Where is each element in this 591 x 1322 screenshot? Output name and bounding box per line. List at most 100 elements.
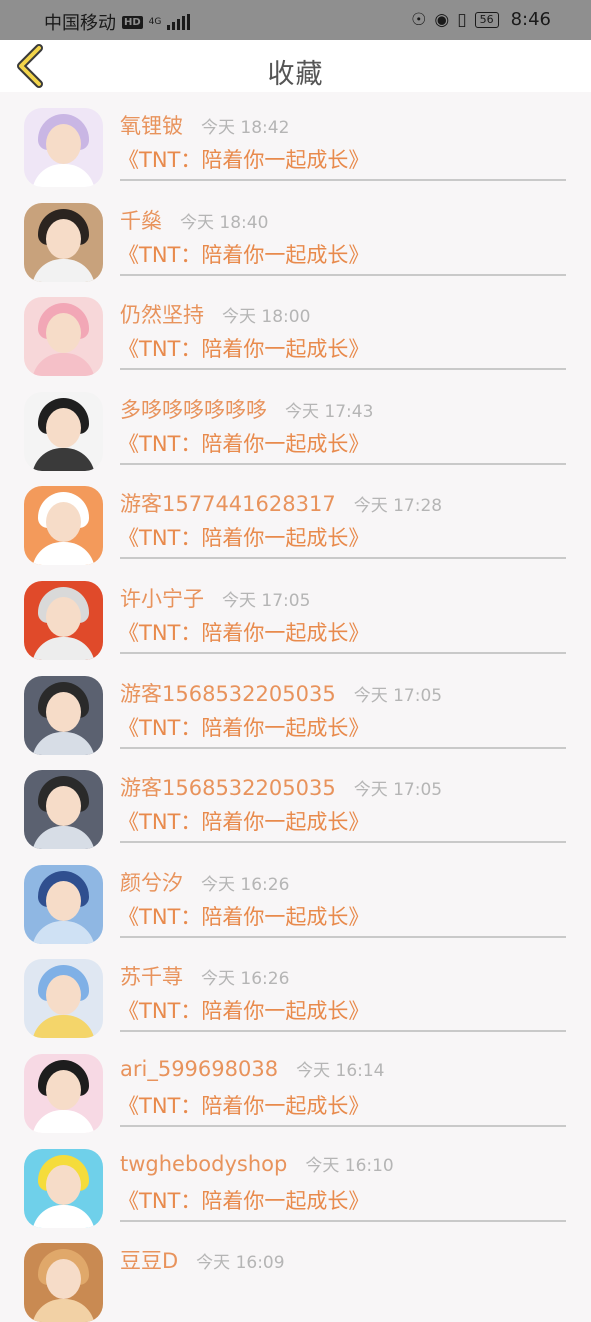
song-title-link[interactable]: 《TNT：陪着你一起成长》 bbox=[118, 428, 369, 458]
user-name[interactable]: 许小宁子 今天 17:05 bbox=[120, 583, 310, 613]
list-item[interactable]: 千燊 今天 18:40 《TNT：陪着你一起成长》 bbox=[0, 187, 591, 282]
user-name[interactable]: 氧锂铍 今天 18:42 bbox=[120, 110, 289, 140]
user-name[interactable]: 游客1577441628317 今天 17:28 bbox=[120, 488, 442, 518]
user-name[interactable]: twghebodyshop 今天 16:10 bbox=[120, 1151, 394, 1176]
status-left: 中国移动 HD 4G bbox=[44, 9, 191, 35]
song-title-link[interactable]: 《TNT：陪着你一起成长》 bbox=[118, 1185, 369, 1215]
avatar[interactable] bbox=[24, 486, 103, 566]
avatar[interactable] bbox=[24, 1148, 103, 1228]
list-item[interactable]: 许小宁子 今天 17:05 《TNT：陪着你一起成长》 bbox=[0, 565, 591, 660]
timestamp: 今天 17:05 bbox=[353, 685, 443, 706]
user-name[interactable]: 豆豆D 今天 16:09 bbox=[120, 1245, 285, 1275]
timestamp: 今天 16:26 bbox=[201, 969, 290, 990]
list-item[interactable]: 游客1568532205035 今天 17:05 《TNT：陪着你一起成长》 bbox=[0, 754, 591, 850]
network-label: 4G bbox=[148, 16, 162, 27]
hd-badge: HD bbox=[122, 15, 143, 29]
divider bbox=[120, 935, 566, 938]
user-name[interactable]: 多哆哆哆哆哆哆 今天 17:43 bbox=[120, 394, 373, 424]
user-name[interactable]: 游客1568532205035 今天 17:05 bbox=[120, 678, 442, 708]
song-title-link[interactable]: 《TNT：陪着你一起成长》 bbox=[118, 712, 369, 742]
avatar[interactable] bbox=[24, 580, 103, 660]
battery-icon: 56 bbox=[474, 11, 499, 28]
divider bbox=[120, 1124, 566, 1127]
user-name-label: 游客1568532205035 bbox=[120, 776, 336, 801]
user-name-label: 多哆哆哆哆哆哆 bbox=[120, 397, 267, 422]
avatar[interactable] bbox=[24, 675, 103, 755]
timestamp: 今天 17:28 bbox=[353, 496, 443, 517]
list-item[interactable]: 多哆哆哆哆哆哆 今天 17:43 《TNT：陪着你一起成长》 bbox=[0, 376, 591, 471]
favorites-list: 氧锂铍 今天 18:42 《TNT：陪着你一起成长》 千燊 今天 18:40 《TNT：陪… bbox=[0, 92, 591, 1322]
user-name[interactable]: 颜兮汐 今天 16:26 bbox=[120, 867, 289, 897]
avatar[interactable] bbox=[24, 1053, 103, 1133]
carrier-label: 中国移动 bbox=[44, 13, 116, 34]
list-item[interactable]: 颜兮汐 今天 16:26 《TNT：陪着你一起成长》 bbox=[0, 849, 591, 944]
user-name[interactable]: 苏千荨 今天 16:26 bbox=[120, 961, 289, 991]
timestamp: 今天 18:00 bbox=[222, 307, 311, 328]
song-title-link[interactable]: 《TNT：陪着你一起成长》 bbox=[118, 239, 369, 269]
avatar[interactable] bbox=[24, 1243, 103, 1322]
divider bbox=[120, 557, 566, 560]
user-name-label: 游客1577441628317 bbox=[120, 492, 336, 517]
divider bbox=[120, 368, 566, 371]
avatar[interactable] bbox=[24, 959, 103, 1039]
headphones-icon: ☉ bbox=[411, 9, 427, 30]
song-title-link[interactable]: 《TNT：陪着你一起成长》 bbox=[118, 333, 369, 363]
song-title-link[interactable]: 《TNT：陪着你一起成长》 bbox=[118, 901, 369, 931]
avatar[interactable] bbox=[24, 391, 103, 471]
timestamp: 今天 18:42 bbox=[201, 118, 290, 138]
list-item[interactable]: 氧锂铍 今天 18:42 《TNT：陪着你一起成长》 bbox=[0, 92, 591, 187]
status-bar: 中国移动 HD 4G ☉ ◉ ▯ 56 8:46 bbox=[0, 0, 591, 40]
user-name-label: 颜兮汐 bbox=[120, 870, 183, 895]
clock: 8:46 bbox=[510, 9, 551, 30]
song-title-link[interactable]: 《TNT：陪着你一起成长》 bbox=[118, 995, 369, 1025]
user-name-label: ari_599698038 bbox=[120, 1056, 279, 1081]
avatar[interactable] bbox=[24, 297, 103, 377]
timestamp: 今天 18:40 bbox=[180, 212, 269, 233]
divider bbox=[120, 1030, 566, 1033]
eye-icon: ◉ bbox=[434, 9, 450, 30]
divider bbox=[120, 462, 566, 465]
vibrate-icon: ▯ bbox=[457, 9, 467, 30]
divider bbox=[120, 179, 566, 181]
song-title-link[interactable]: 《TNT：陪着你一起成长》 bbox=[118, 806, 369, 836]
avatar[interactable] bbox=[24, 202, 103, 282]
list-item[interactable]: 仍然坚持 今天 18:00 《TNT：陪着你一起成长》 bbox=[0, 281, 591, 377]
user-name-label: twghebodyshop bbox=[120, 1151, 288, 1176]
user-name-label: 仍然坚持 bbox=[120, 303, 204, 328]
divider bbox=[120, 1219, 566, 1222]
user-name[interactable]: 千燊 今天 18:40 bbox=[120, 205, 268, 235]
timestamp: 今天 17:05 bbox=[222, 590, 311, 611]
list-item[interactable]: 豆豆D 今天 16:09 bbox=[0, 1227, 591, 1322]
list-item[interactable]: ari_599698038 今天 16:14 《TNT：陪着你一起成长》 bbox=[0, 1038, 591, 1133]
user-name[interactable]: ari_599698038 今天 16:14 bbox=[120, 1056, 385, 1081]
divider bbox=[120, 651, 566, 654]
timestamp: 今天 16:10 bbox=[305, 1155, 394, 1176]
divider bbox=[120, 746, 566, 749]
user-name-label: 苏千荨 bbox=[120, 965, 183, 990]
user-name[interactable]: 仍然坚持 今天 18:00 bbox=[120, 299, 310, 329]
user-name-label: 游客1568532205035 bbox=[120, 681, 336, 706]
page-title: 收藏 bbox=[267, 59, 324, 90]
divider bbox=[120, 273, 566, 276]
avatar[interactable] bbox=[24, 864, 103, 944]
song-title-link[interactable]: 《TNT：陪着你一起成长》 bbox=[118, 617, 369, 647]
avatar[interactable] bbox=[24, 108, 103, 187]
list-item[interactable]: 苏千荨 今天 16:26 《TNT：陪着你一起成长》 bbox=[0, 943, 591, 1039]
timestamp: 今天 16:09 bbox=[196, 1253, 285, 1274]
user-name-label: 千燊 bbox=[120, 208, 162, 233]
song-title-link[interactable]: 《TNT：陪着你一起成长》 bbox=[118, 522, 369, 552]
avatar[interactable] bbox=[24, 770, 103, 850]
song-title-link[interactable]: 《TNT：陪着你一起成长》 bbox=[118, 1090, 369, 1120]
song-title-link[interactable]: 《TNT：陪着你一起成长》 bbox=[118, 144, 369, 174]
timestamp: 今天 16:14 bbox=[296, 1060, 385, 1081]
user-name-label: 氧锂铍 bbox=[120, 114, 183, 138]
list-item[interactable]: 游客1568532205035 今天 17:05 《TNT：陪着你一起成长》 bbox=[0, 660, 591, 755]
status-right: ☉ ◉ ▯ 56 8:46 bbox=[411, 9, 551, 30]
user-name[interactable]: 游客1568532205035 今天 17:05 bbox=[120, 772, 442, 802]
user-name-label: 豆豆D bbox=[120, 1249, 179, 1274]
signal-icon bbox=[167, 14, 191, 30]
list-item[interactable]: 游客1577441628317 今天 17:28 《TNT：陪着你一起成长》 bbox=[0, 470, 591, 566]
list-item[interactable]: twghebodyshop 今天 16:10 《TNT：陪着你一起成长》 bbox=[0, 1133, 591, 1228]
timestamp: 今天 17:05 bbox=[353, 780, 443, 801]
timestamp: 今天 17:43 bbox=[285, 401, 374, 422]
